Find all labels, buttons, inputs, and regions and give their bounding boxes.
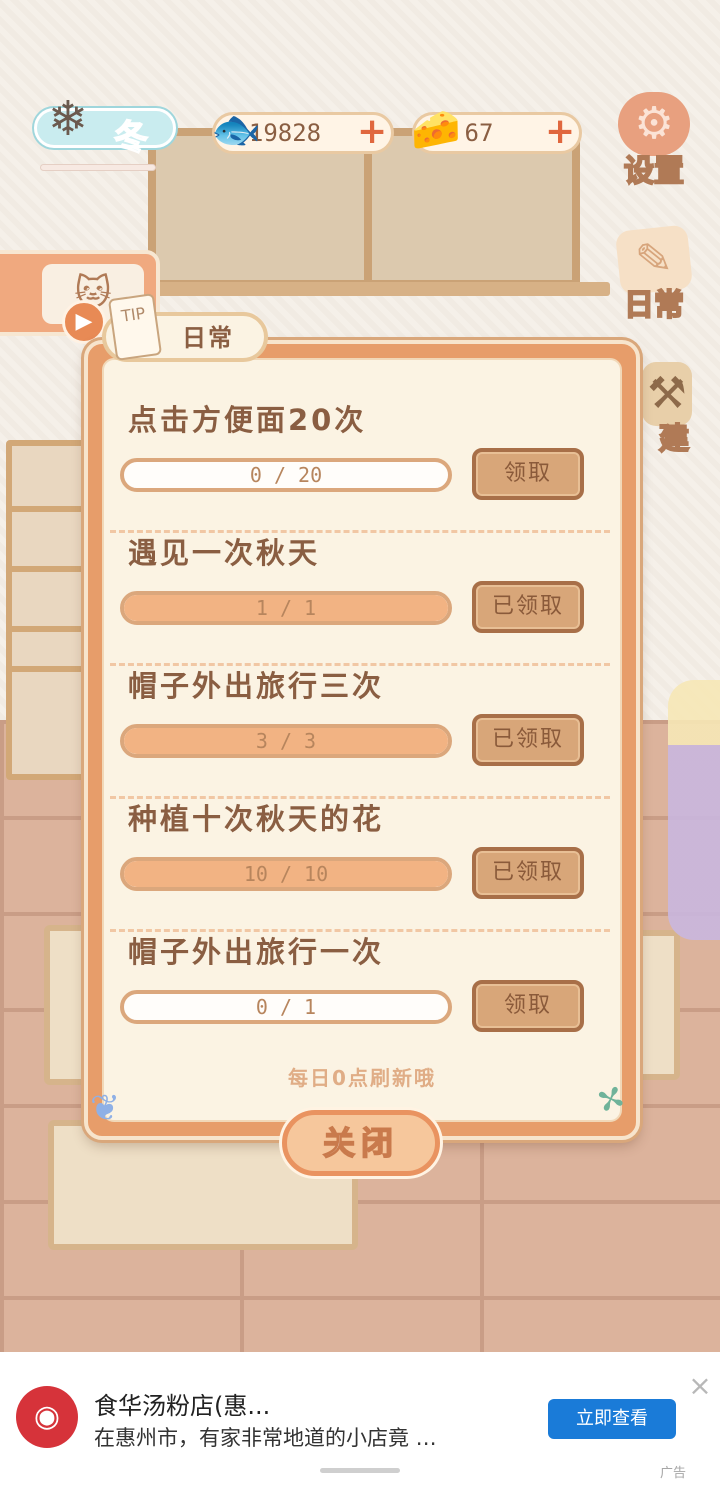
season-badge[interactable]: ❄ 冬 [28,84,176,159]
task-item: 遇见一次秋天 1 / 1 已领取 [110,533,610,666]
task-name: 遇见一次秋天 [128,536,321,570]
task-progress-text: 3 / 3 [255,729,317,753]
task-progress-bar: 0 / 1 [120,990,452,1024]
note-label: TIP [119,303,147,326]
refresh-note: 每日0点刷新哦 [288,1066,436,1090]
task-item: 种植十次秋天的花 10 / 10 已领取 [110,799,610,932]
task-progress-bar: 10 / 10 [120,857,452,891]
settings-label: 设置 [623,153,685,190]
daily-label: 日常 [623,287,685,324]
task-item: 帽子外出旅行三次 3 / 3 已领取 [110,666,610,799]
ad-tag: 广告 [660,1466,687,1481]
ad-close-icon[interactable]: × [686,1372,714,1400]
task-name: 帽子外出旅行一次 [128,935,385,969]
cheese-icon: 🧀 [411,107,461,153]
settings-button[interactable]: ⚙ 设置 [612,92,696,190]
task-item: 帽子外出旅行一次 0 / 1 领取 [110,932,610,1065]
task-progress-bar: 0 / 20 [120,458,452,492]
bookcase-shelf [12,626,88,632]
claimed-button[interactable]: 已领取 [472,847,584,899]
season-label: 冬 [113,117,149,159]
ad-description: 在惠州市，有家非常地道的小店竟 … [94,1426,437,1450]
claimed-button[interactable]: 已领取 [472,714,584,766]
butterfly-icon: ❦ [90,1088,121,1129]
task-progress-text: 0 / 20 [249,463,323,487]
character[interactable] [668,680,720,940]
fish-counter: 19828 + 🐟 [211,107,394,154]
add-cheese-button[interactable]: + [545,114,575,150]
task-progress-bar: 1 / 1 [120,591,452,625]
close-button[interactable]: 关闭 [282,1110,440,1176]
task-name: 点击方便面20次 [128,403,367,437]
ad-title: 食华汤粉店(惠... [94,1392,271,1420]
task-progress-text: 10 / 10 [243,862,329,886]
season-progress-bar [40,164,156,171]
task-item: 点击方便面20次 0 / 20 领取 [110,400,610,533]
ad-cta-button[interactable]: 立即查看 [548,1399,676,1439]
task-name: 帽子外出旅行三次 [128,669,385,703]
bookcase-shelf [12,506,88,512]
claim-button[interactable]: 领取 [472,980,584,1032]
dialog-title: 日常 [182,324,234,352]
note-icon: TIP [107,293,163,361]
winter-tree-icon: ❄ [47,91,89,147]
bookcase-shelf [12,566,88,572]
task-progress-bar: 3 / 3 [120,724,452,758]
task-progress-text: 0 / 1 [255,995,317,1019]
play-icon[interactable]: ▶ [62,300,106,344]
gesture-bar[interactable] [320,1468,400,1473]
dialog-title-tab: TIP 日常 [102,293,268,362]
bookcase-shelf [12,666,88,672]
add-fish-button[interactable]: + [357,114,387,150]
fish-bone-icon: 🐟 [211,107,261,153]
task-name: 种植十次秋天的花 [128,802,385,836]
claimed-button[interactable]: 已领取 [472,581,584,633]
bookcase[interactable] [6,440,94,780]
claim-button[interactable]: 领取 [472,448,584,500]
wall-shelf [130,282,610,296]
cheese-counter: 67 + 🧀 [411,107,582,154]
ad-logo: ◉ [16,1386,78,1448]
daily-button[interactable]: ✎ 日常 [612,224,696,324]
build-label: 建 [658,421,690,458]
task-progress-text: 1 / 1 [255,596,317,620]
